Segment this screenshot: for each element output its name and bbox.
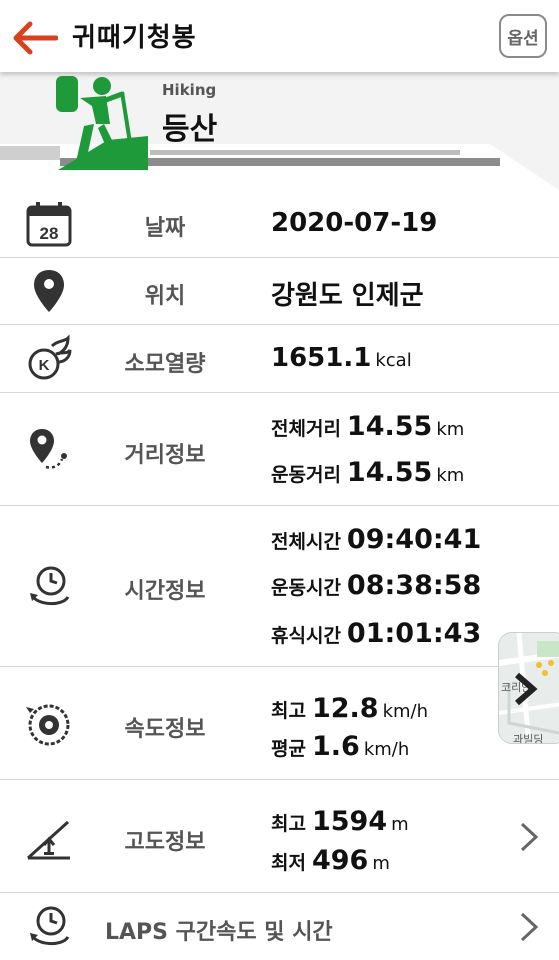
location-value: 강원도 인제군 xyxy=(271,281,424,311)
location-row: 위치 강원도 인제군 xyxy=(0,258,559,325)
calorie-flame-icon: K xyxy=(28,334,72,380)
location-label: 위치 xyxy=(144,284,186,309)
moving-distance: 운동거리 14.55 km xyxy=(271,457,464,488)
calories-value-line: 1651.1 kcal xyxy=(271,343,412,373)
calories-value: 1651.1 xyxy=(271,343,372,373)
chevron-right-icon[interactable] xyxy=(517,910,541,944)
chevron-right-icon[interactable] xyxy=(517,820,541,854)
moving-time: 운동시간 08:38:58 xyxy=(271,570,481,601)
rest-time: 휴식시간 01:01:43 xyxy=(271,618,481,649)
max-altitude: 최고 1594 m xyxy=(271,806,409,837)
clock-icon xyxy=(30,566,70,605)
rest-time-value: 01:01:43 xyxy=(346,618,482,649)
max-altitude-unit: m xyxy=(391,814,409,835)
avg-speed-label: 평균 xyxy=(271,738,306,760)
activity-name-en: Hiking xyxy=(162,81,217,99)
svg-text:K: K xyxy=(39,357,50,374)
time-label: 시간정보 xyxy=(124,579,206,604)
max-altitude-value: 1594 xyxy=(311,806,388,837)
top-bar: 귀때기청봉 옵션 xyxy=(0,0,559,72)
max-speed: 최고 12.8 km/h xyxy=(271,693,428,724)
calories-row: K 소모열량 1651.1 kcal xyxy=(0,325,559,393)
avg-speed-value: 1.6 xyxy=(311,731,360,762)
distance-label: 거리정보 xyxy=(124,443,206,468)
moving-time-label: 운동시간 xyxy=(271,577,341,599)
calories-unit: kcal xyxy=(375,350,412,371)
laps-row[interactable]: LAPS 구간속도 및 시간 xyxy=(0,893,559,960)
max-altitude-label: 최고 xyxy=(271,813,306,835)
calories-label: 소모열량 xyxy=(124,352,206,377)
min-altitude-label: 최저 xyxy=(271,852,306,874)
date-row: 28 날짜 2020-07-19 xyxy=(0,190,559,258)
moving-time-value: 08:38:58 xyxy=(346,570,482,601)
speed-label: 속도정보 xyxy=(124,717,206,742)
total-time-label: 전체시간 xyxy=(271,531,341,553)
map-preview-button[interactable]: 코리안 과빌딩 xyxy=(498,632,559,744)
laps-clock-icon xyxy=(30,906,70,945)
distance-row: 거리정보 전체거리 14.55 km 운동거리 14.55 km xyxy=(0,393,559,506)
avg-speed-unit: km/h xyxy=(363,739,410,760)
option-button[interactable]: 옵션 xyxy=(499,14,547,58)
altitude-row[interactable]: 고도정보 최고 1594 m 최저 496 m xyxy=(0,780,559,893)
max-speed-value: 12.8 xyxy=(311,693,379,724)
moving-distance-label: 운동거리 xyxy=(271,464,341,486)
date-value: 2020-07-19 xyxy=(271,208,438,238)
total-distance-value: 14.55 xyxy=(346,411,433,442)
rest-time-label: 휴식시간 xyxy=(271,625,341,647)
min-altitude-value: 496 xyxy=(311,845,369,876)
total-distance: 전체거리 14.55 km xyxy=(271,411,464,442)
total-distance-unit: km xyxy=(436,419,465,440)
route-pin-icon xyxy=(30,429,67,469)
min-altitude: 최저 496 m xyxy=(271,845,390,876)
moving-distance-unit: km xyxy=(436,465,465,486)
max-speed-unit: km/h xyxy=(382,701,429,722)
altitude-label: 고도정보 xyxy=(124,830,206,855)
activity-banner: Hiking 등산 xyxy=(0,72,559,190)
map-thumbnail: 코리안 과빌딩 xyxy=(499,633,559,744)
altitude-slope-icon xyxy=(26,820,70,860)
map-label-bottom: 과빌딩 xyxy=(513,733,543,744)
location-pin-icon xyxy=(34,270,64,312)
moving-distance-value: 14.55 xyxy=(346,457,433,488)
activity-name-ko: 등산 xyxy=(162,112,218,147)
speed-row: 속도정보 최고 12.8 km/h 평균 1.6 km/h xyxy=(0,667,559,780)
calendar-day-text: 28 xyxy=(40,224,59,243)
laps-label: LAPS 구간속도 및 시간 xyxy=(105,920,333,945)
total-time-value: 09:40:41 xyxy=(346,524,482,555)
min-altitude-unit: m xyxy=(372,853,390,874)
avg-speed: 평균 1.6 km/h xyxy=(271,731,409,762)
total-time: 전체시간 09:40:41 xyxy=(271,524,481,555)
time-row: 시간정보 전체시간 09:40:41 운동시간 08:38:58 휴식시간 01:01… xyxy=(0,506,559,667)
hiker-icon xyxy=(56,76,148,170)
speedometer-icon xyxy=(26,704,70,746)
back-arrow-icon[interactable] xyxy=(12,18,58,58)
max-speed-label: 최고 xyxy=(271,700,306,722)
total-distance-label: 전체거리 xyxy=(271,418,341,440)
page-title: 귀때기청봉 xyxy=(72,23,197,53)
date-label: 날짜 xyxy=(144,216,186,241)
calendar-icon: 28 xyxy=(26,202,72,247)
